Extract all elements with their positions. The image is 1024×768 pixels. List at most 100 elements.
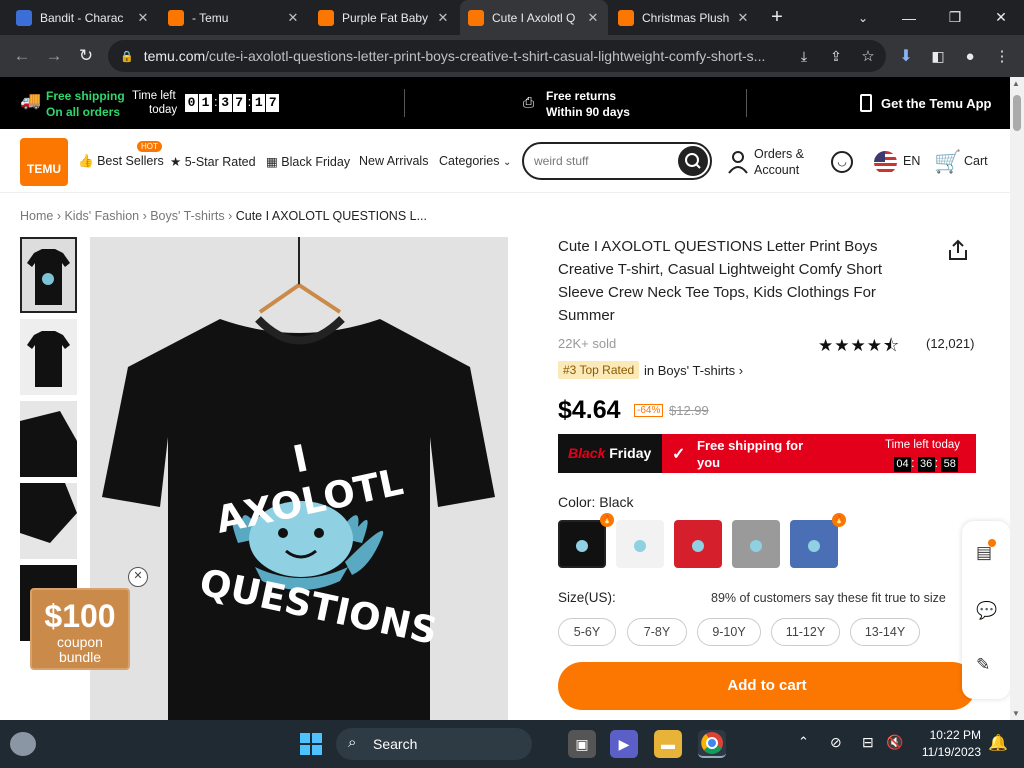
size-option[interactable]: 5-6Y: [558, 618, 616, 646]
orders-account-link[interactable]: Orders &: [754, 147, 804, 161]
scroll-down-icon[interactable]: ▼: [1012, 709, 1020, 718]
swatch-white[interactable]: [616, 520, 664, 568]
page-scrollbar[interactable]: ▲ ▼: [1010, 77, 1024, 720]
orders-account-link-sub[interactable]: Account: [754, 163, 799, 177]
taskbar-search-label: Search: [373, 736, 418, 752]
bf-hours: 04: [894, 457, 911, 472]
cart-icon[interactable]: 🛒: [934, 149, 961, 175]
support-smile-icon[interactable]: ◡: [831, 151, 853, 173]
close-window-button[interactable]: ✕: [978, 0, 1024, 35]
swatch-red[interactable]: [674, 520, 722, 568]
browser-tab[interactable]: - Temu ✕: [160, 0, 308, 35]
teams-icon[interactable]: ▶: [610, 730, 638, 758]
get-app-link[interactable]: Get the Temu App: [881, 96, 992, 111]
browser-tab[interactable]: Purple Fat Baby ✕: [310, 0, 458, 35]
nav-black-friday[interactable]: ▦ Black Friday: [266, 154, 350, 169]
browser-tab[interactable]: Christmas Plush ✕: [610, 0, 758, 35]
search-button[interactable]: [678, 146, 708, 176]
rating-stars[interactable]: ★★★★⯪: [818, 333, 900, 362]
size-option[interactable]: 7-8Y: [627, 618, 687, 646]
temu-logo[interactable]: TEMU: [20, 138, 68, 186]
network-icon[interactable]: ⊟: [862, 734, 874, 751]
search-input[interactable]: weird stuff: [534, 154, 588, 168]
nav-label: Black Friday: [281, 155, 351, 169]
us-flag-icon[interactable]: [874, 151, 897, 174]
weather-icon[interactable]: [10, 732, 36, 756]
nav-categories[interactable]: Categories ⌄: [439, 154, 511, 168]
back-icon[interactable]: ←: [6, 35, 38, 77]
tab-title: Bandit - Charac: [40, 10, 124, 25]
search-icon: ⌕: [348, 734, 357, 751]
nav-best-sellers[interactable]: 👍 Best Sellers: [78, 154, 164, 169]
system-tray-chevron-icon[interactable]: ⌃: [798, 734, 809, 750]
thumbnail-2[interactable]: [20, 319, 77, 395]
browser-tab-active[interactable]: Cute I Axolotl Q ✕: [460, 0, 608, 35]
breadcrumb-home[interactable]: Home: [20, 209, 53, 223]
minimize-button[interactable]: —: [886, 0, 932, 35]
free-returns-label[interactable]: Free returns: [546, 89, 616, 103]
size-option[interactable]: 11-12Y: [771, 618, 840, 646]
add-to-cart-button[interactable]: Add to cart: [558, 662, 976, 710]
cart-link[interactable]: Cart: [964, 154, 988, 168]
search-box[interactable]: weird stuff: [522, 142, 712, 180]
forward-icon[interactable]: →: [38, 35, 70, 77]
close-icon[interactable]: ✕: [736, 10, 750, 26]
close-icon[interactable]: ✕: [286, 10, 300, 26]
swatch-gray[interactable]: [732, 520, 780, 568]
close-icon[interactable]: ✕: [436, 10, 450, 26]
fire-icon: 🔥: [832, 513, 846, 527]
coupon-bundle[interactable]: $100 coupon bundle: [30, 588, 130, 670]
divider: [746, 89, 747, 117]
clock-date[interactable]: 11/19/2023: [916, 745, 981, 759]
lock-icon: 🔒: [120, 50, 134, 63]
breadcrumb-current: Cute I AXOLOTL QUESTIONS L...: [235, 209, 428, 223]
close-icon[interactable]: ✕: [136, 10, 150, 26]
profile-icon[interactable]: ●: [954, 35, 986, 77]
tab-search-icon[interactable]: ⌄: [840, 0, 886, 35]
file-explorer-icon[interactable]: ▬: [654, 730, 682, 758]
new-tab-button[interactable]: +: [760, 0, 794, 35]
share-icon[interactable]: [946, 238, 970, 262]
product-main-image[interactable]: I AXOLOTL QUESTIONS: [90, 237, 508, 720]
scroll-up-icon[interactable]: ▲: [1012, 79, 1020, 88]
close-icon[interactable]: ✕: [586, 10, 600, 26]
close-coupon-icon[interactable]: ✕: [128, 567, 148, 587]
task-view-icon[interactable]: ▣: [568, 730, 596, 758]
reload-icon[interactable]: ↻: [70, 35, 102, 77]
download-icon[interactable]: ⬇: [890, 35, 922, 77]
volume-icon[interactable]: 🔇: [886, 734, 903, 751]
clock-time[interactable]: 10:22 PM: [926, 728, 981, 742]
scrollbar-thumb[interactable]: [1013, 95, 1021, 131]
chrome-icon[interactable]: [698, 730, 726, 758]
nav-five-star-rated[interactable]: ★ 5-Star Rated: [170, 154, 256, 169]
breadcrumb-boys-tshirts[interactable]: Boys' T-shirts: [150, 209, 224, 223]
thumbnail-4[interactable]: [20, 483, 77, 559]
thumbnail-1[interactable]: [20, 237, 77, 313]
swatch-black[interactable]: [558, 520, 606, 568]
tab-title: - Temu: [192, 10, 229, 25]
meet-now-icon[interactable]: ⊘: [830, 734, 842, 751]
restore-button[interactable]: ❐: [932, 0, 978, 35]
size-option[interactable]: 9-10Y: [697, 618, 761, 646]
swatch-blue[interactable]: [790, 520, 838, 568]
account-icon[interactable]: [727, 149, 748, 175]
thumbnail-3[interactable]: [20, 401, 77, 477]
rating-count[interactable]: (12,021): [926, 336, 974, 351]
language-selector[interactable]: EN: [903, 154, 920, 168]
install-icon[interactable]: ⤓: [788, 35, 820, 77]
feedback-icon[interactable]: ✎: [976, 655, 990, 675]
size-option[interactable]: 13-14Y: [850, 618, 920, 646]
notification-bell-icon[interactable]: 🔔: [988, 733, 1008, 753]
bookmark-star-icon[interactable]: ☆: [852, 35, 884, 77]
taskbar-search[interactable]: ⌕ Search: [336, 728, 532, 760]
rank-category-link[interactable]: in Boys' T-shirts ›: [644, 363, 743, 378]
breadcrumb-kids-fashion[interactable]: Kids' Fashion: [64, 209, 139, 223]
chat-icon[interactable]: 💬: [976, 601, 997, 621]
nav-new-arrivals[interactable]: New Arrivals: [359, 154, 428, 168]
share-icon[interactable]: ⇪: [820, 35, 852, 77]
side-panel-icon[interactable]: ◧: [922, 35, 954, 77]
address-bar[interactable]: 🔒 temu.com /cute-i-axolotl-questions-let…: [108, 40, 886, 72]
menu-icon[interactable]: ⋮: [986, 35, 1018, 77]
windows-start-icon[interactable]: [300, 733, 322, 755]
browser-tab[interactable]: Bandit - Charac ✕: [8, 0, 158, 35]
